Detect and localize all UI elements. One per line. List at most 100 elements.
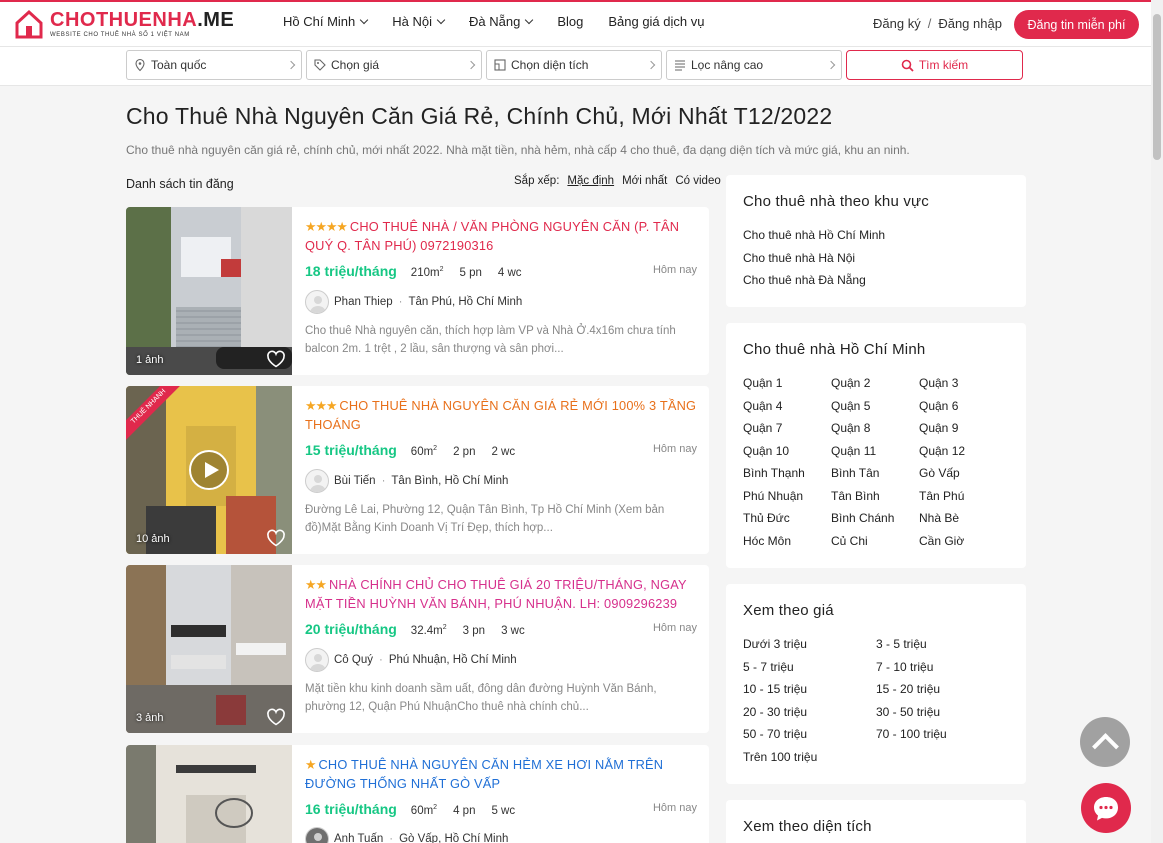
listing-photo[interactable]: 3 ảnh bbox=[126, 565, 292, 733]
district-link[interactable]: Bình Thạnh bbox=[743, 462, 831, 485]
district-link[interactable]: Hóc Môn bbox=[743, 530, 831, 553]
listing-photo[interactable] bbox=[126, 745, 292, 843]
listing-card[interactable]: THUÊ NHANH 10 ảnh ★★★ CHO THUÊ NHÀ NGUYÊN… bbox=[126, 386, 709, 554]
price-range-link[interactable]: 7 - 10 triệu bbox=[876, 656, 1009, 679]
region-link-hanoi[interactable]: Cho thuê nhà Hà Nội bbox=[743, 247, 1009, 270]
register-link[interactable]: Đăng ký bbox=[873, 16, 921, 31]
price-range-link[interactable]: 5 - 7 triệu bbox=[743, 656, 876, 679]
advanced-filter-label: Lọc nâng cao bbox=[691, 58, 764, 72]
district-link[interactable]: Tân Bình bbox=[831, 485, 919, 508]
nav-item-pricing[interactable]: Bảng giá dịch vụ bbox=[608, 14, 704, 29]
logo-name-suffix: .ME bbox=[197, 9, 235, 31]
avatar bbox=[305, 648, 329, 672]
price-select[interactable]: Chọn giá bbox=[306, 50, 482, 80]
price-range-link[interactable]: 50 - 70 triệu bbox=[743, 723, 876, 746]
listing-photo[interactable]: THUÊ NHANH 10 ảnh bbox=[126, 386, 292, 554]
district-link[interactable]: Nhà Bè bbox=[919, 507, 1007, 530]
listing-time: Hôm nay bbox=[652, 622, 697, 634]
area-value: Chọn diện tích bbox=[511, 58, 589, 72]
listing-author: Bùi Tiến · Tân Bình, Hồ Chí Minh bbox=[305, 469, 508, 493]
advanced-filter[interactable]: Lọc nâng cao bbox=[666, 50, 842, 80]
nav-label: Bảng giá dịch vụ bbox=[608, 14, 705, 29]
region-link-hcm[interactable]: Cho thuê nhà Hồ Chí Minh bbox=[743, 224, 1009, 247]
district-link[interactable]: Quận 5 bbox=[831, 395, 919, 418]
area-number: 60m bbox=[410, 446, 434, 458]
back-to-top-button[interactable] bbox=[1080, 717, 1130, 767]
house-logo-icon bbox=[15, 9, 43, 39]
rating-stars: ★★★★ bbox=[305, 219, 348, 234]
login-link[interactable]: Đăng nhập bbox=[938, 16, 1002, 31]
play-video-icon[interactable] bbox=[189, 450, 229, 490]
listing-title[interactable]: ★★★★ CHO THUÊ NHÀ / VĂN PHÒNG NGUYÊN CĂN … bbox=[305, 217, 697, 255]
location-select[interactable]: Toàn quốc bbox=[126, 50, 302, 80]
nav-label: Đà Nẵng bbox=[469, 14, 521, 29]
price-range-link[interactable]: 30 - 50 triệu bbox=[876, 701, 1009, 724]
search-icon bbox=[901, 59, 914, 72]
district-link[interactable]: Quận 3 bbox=[919, 372, 1007, 395]
district-link[interactable]: Quận 1 bbox=[743, 372, 831, 395]
district-link[interactable]: Củ Chi bbox=[831, 530, 919, 553]
district-link[interactable]: Quận 11 bbox=[831, 440, 919, 463]
price-range-link[interactable]: 70 - 100 triệu bbox=[876, 723, 1009, 746]
price-value: Chọn giá bbox=[331, 58, 380, 72]
heart-icon[interactable] bbox=[266, 708, 286, 726]
district-link[interactable]: Quận 7 bbox=[743, 417, 831, 440]
chevron-right-icon bbox=[466, 60, 476, 70]
listing-photo[interactable]: 1 ảnh bbox=[126, 207, 292, 375]
listing-title[interactable]: ★★★ CHO THUÊ NHÀ NGUYÊN CĂN GIÁ RẺ MỚI 10… bbox=[305, 396, 697, 434]
listing-title[interactable]: ★★ NHÀ CHÍNH CHỦ CHO THUÊ GIÁ 20 TRIỆU/TH… bbox=[305, 575, 697, 613]
district-link[interactable]: Quận 6 bbox=[919, 395, 1007, 418]
district-link[interactable]: Bình Chánh bbox=[831, 507, 919, 530]
price-range-link[interactable]: Dưới 3 triệu bbox=[743, 633, 876, 656]
district-link[interactable]: Quận 10 bbox=[743, 440, 831, 463]
sort-newest[interactable]: Mới nhất bbox=[622, 175, 667, 187]
listing-card[interactable]: ★ CHO THUÊ NHÀ NGUYÊN CĂN HẺM XE HƠI NẰM … bbox=[126, 745, 709, 843]
sort-default[interactable]: Mặc định bbox=[567, 175, 614, 187]
chat-button[interactable] bbox=[1081, 783, 1131, 833]
district-link[interactable]: Quận 12 bbox=[919, 440, 1007, 463]
price-range-link[interactable]: 10 - 15 triệu bbox=[743, 678, 876, 701]
nav-item-da-nang[interactable]: Đà Nẵng bbox=[469, 14, 534, 29]
listing-card[interactable]: 1 ảnh ★★★★ CHO THUÊ NHÀ / VĂN PHÒNG NGUYÊ… bbox=[126, 207, 709, 375]
district-link[interactable]: Quận 2 bbox=[831, 372, 919, 395]
region-link-danang[interactable]: Cho thuê nhà Đà Nẵng bbox=[743, 269, 1009, 292]
page-title: Cho Thuê Nhà Nguyên Căn Giá Rẻ, Chính Ch… bbox=[126, 103, 833, 129]
house-photo-image bbox=[126, 745, 292, 843]
district-link[interactable]: Cần Giờ bbox=[919, 530, 1007, 553]
listing-time: Hôm nay bbox=[652, 443, 697, 455]
district-link[interactable]: Phú Nhuận bbox=[743, 485, 831, 508]
district-link[interactable]: Thủ Đức bbox=[743, 507, 831, 530]
panel-title: Cho thuê nhà theo khu vực bbox=[743, 193, 929, 210]
price-range-link[interactable]: 15 - 20 triệu bbox=[876, 678, 1009, 701]
listing-title[interactable]: ★ CHO THUÊ NHÀ NGUYÊN CĂN HẺM XE HƠI NẰM … bbox=[305, 755, 697, 793]
price-range-link[interactable]: 20 - 30 triệu bbox=[743, 701, 876, 724]
photo-count: 1 ảnh bbox=[136, 354, 164, 366]
district-grid: Quận 1 Quận 2 Quận 3 Quận 4 Quận 5 Quận 6 Quận… bbox=[743, 372, 1009, 552]
nav-item-ha-noi[interactable]: Hà Nội bbox=[392, 14, 446, 29]
price-range-link[interactable]: Trên 100 triệu bbox=[743, 746, 876, 769]
district-link[interactable]: Bình Tân bbox=[831, 462, 919, 485]
nav-label: Blog bbox=[557, 14, 584, 29]
price-range-link[interactable]: 3 - 5 triệu bbox=[876, 633, 1009, 656]
search-button[interactable]: Tìm kiếm bbox=[846, 50, 1023, 80]
district-link[interactable]: Gò Vấp bbox=[919, 462, 1007, 485]
listing-price: 18 triệu/tháng bbox=[305, 263, 397, 279]
listing-author: Cô Quý · Phú Nhuận, Hồ Chí Minh bbox=[305, 648, 517, 672]
heart-icon[interactable] bbox=[266, 529, 286, 547]
site-logo[interactable]: CHOTHUENHA.ME WEBSITE CHO THUÊ NHÀ SỐ 1 … bbox=[14, 9, 234, 39]
district-link[interactable]: Quận 8 bbox=[831, 417, 919, 440]
sort-video[interactable]: Có video bbox=[675, 175, 720, 187]
area-select[interactable]: Chọn diện tích bbox=[486, 50, 662, 80]
nav-item-ho-chi-minh[interactable]: Hồ Chí Minh bbox=[283, 14, 369, 29]
listing-excerpt: Đường Lê Lai, Phường 12, Quận Tân Bình, … bbox=[305, 504, 665, 534]
district-link[interactable]: Quận 4 bbox=[743, 395, 831, 418]
scrollbar-thumb[interactable] bbox=[1153, 14, 1161, 160]
listing-bedrooms: 3 pn bbox=[462, 625, 486, 637]
nav-item-blog[interactable]: Blog bbox=[557, 14, 583, 29]
district-link[interactable]: Quận 9 bbox=[919, 417, 1007, 440]
sidebar-area-panel: Xem theo diện tích bbox=[726, 800, 1026, 843]
listing-card[interactable]: 3 ảnh ★★ NHÀ CHÍNH CHỦ CHO THUÊ GIÁ 20 TR… bbox=[126, 565, 709, 733]
heart-icon[interactable] bbox=[266, 350, 286, 368]
post-listing-button[interactable]: Đăng tin miễn phí bbox=[1014, 10, 1139, 39]
district-link[interactable]: Tân Phú bbox=[919, 485, 1007, 508]
